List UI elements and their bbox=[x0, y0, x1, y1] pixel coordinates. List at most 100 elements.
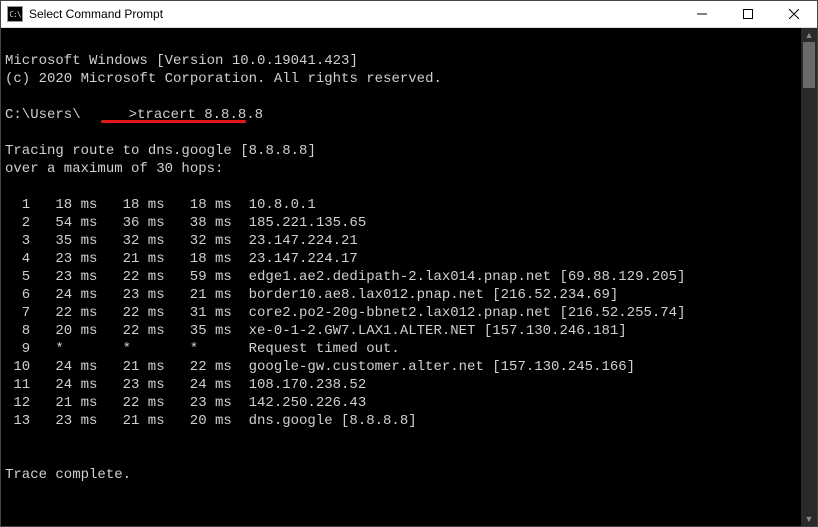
hop-time-3: 20 ms bbox=[165, 412, 232, 430]
hop-number: 5 bbox=[5, 268, 30, 286]
hop-time-3: 18 ms bbox=[165, 250, 232, 268]
hop-time-2: 23 ms bbox=[97, 286, 164, 304]
hop-row: 335 ms32 ms32 ms23.147.224.21 bbox=[5, 232, 795, 250]
hop-row: 722 ms22 ms31 mscore2.po2-20g-bbnet2.lax… bbox=[5, 304, 795, 322]
hop-time-2: 22 ms bbox=[97, 322, 164, 340]
terminal-output[interactable]: Microsoft Windows [Version 10.0.19041.42… bbox=[1, 28, 801, 526]
hop-time-3: 32 ms bbox=[165, 232, 232, 250]
hop-row: 1221 ms22 ms23 ms 142.250.226.43 bbox=[5, 394, 795, 412]
hop-destination: core2.po2-20g-bbnet2.lax012.pnap.net [21… bbox=[249, 305, 686, 321]
hop-time-1: 18 ms bbox=[30, 196, 97, 214]
hop-time-2: 32 ms bbox=[97, 232, 164, 250]
prompt-prefix: C:\Users\ bbox=[5, 107, 81, 123]
hop-time-1: 23 ms bbox=[30, 412, 97, 430]
hop-number: 10 bbox=[5, 358, 30, 376]
annotation-underline bbox=[101, 120, 246, 123]
hop-destination: dns.google [8.8.8.8] bbox=[249, 413, 417, 429]
scroll-thumb[interactable] bbox=[803, 42, 815, 88]
hop-time-3: * bbox=[165, 340, 232, 358]
window-controls bbox=[679, 1, 817, 27]
hop-destination: 108.170.238.52 bbox=[249, 377, 367, 393]
hop-destination: xe-0-1-2.GW7.LAX1.ALTER.NET [157.130.246… bbox=[249, 323, 627, 339]
hop-time-1: 54 ms bbox=[30, 214, 97, 232]
banner-line-1: Microsoft Windows [Version 10.0.19041.42… bbox=[5, 53, 358, 69]
hop-time-3: 35 ms bbox=[165, 322, 232, 340]
hop-number: 13 bbox=[5, 412, 30, 430]
window-title: Select Command Prompt bbox=[29, 7, 679, 21]
hop-row: 423 ms21 ms18 ms 23.147.224.17 bbox=[5, 250, 795, 268]
client-area: Microsoft Windows [Version 10.0.19041.42… bbox=[1, 28, 817, 526]
hop-time-3: 23 ms bbox=[165, 394, 232, 412]
hop-time-2: 36 ms bbox=[97, 214, 164, 232]
hop-time-1: 23 ms bbox=[30, 268, 97, 286]
hop-time-2: 22 ms bbox=[97, 304, 164, 322]
scroll-up-arrow-icon[interactable]: ▲ bbox=[801, 28, 817, 42]
hop-time-3: 21 ms bbox=[165, 286, 232, 304]
hop-row: 820 ms22 ms35 ms xe-0-1-2.GW7.LAX1.ALTER.… bbox=[5, 322, 795, 340]
cmd-icon: C:\ bbox=[7, 6, 23, 22]
vertical-scrollbar[interactable]: ▲ ▼ bbox=[801, 28, 817, 526]
hop-time-1: 24 ms bbox=[30, 358, 97, 376]
hop-time-3: 38 ms bbox=[165, 214, 232, 232]
hop-time-1: 24 ms bbox=[30, 286, 97, 304]
hop-time-2: 23 ms bbox=[97, 376, 164, 394]
hop-number: 6 bbox=[5, 286, 30, 304]
minimize-button[interactable] bbox=[679, 1, 725, 27]
hop-time-3: 22 ms bbox=[165, 358, 232, 376]
hop-time-1: 21 ms bbox=[30, 394, 97, 412]
close-button[interactable] bbox=[771, 1, 817, 27]
hop-time-3: 18 ms bbox=[165, 196, 232, 214]
hop-time-3: 31 ms bbox=[165, 304, 232, 322]
hop-row: 9* * * Request timed out. bbox=[5, 340, 795, 358]
hop-list: 118 ms18 ms18 ms10.8.0.1254 ms36 ms38 ms… bbox=[5, 196, 795, 430]
hop-destination: google-gw.customer.alter.net [157.130.24… bbox=[249, 359, 635, 375]
trace-heading-1: Tracing route to dns.google [8.8.8.8] bbox=[5, 143, 316, 159]
hop-time-2: 21 ms bbox=[97, 250, 164, 268]
trace-complete: Trace complete. bbox=[5, 467, 131, 483]
hop-destination: border10.ae8.lax012.pnap.net [216.52.234… bbox=[249, 287, 619, 303]
hop-number: 3 bbox=[5, 232, 30, 250]
hop-row: 624 ms23 ms21 ms border10.ae8.lax012.pnap… bbox=[5, 286, 795, 304]
banner-line-2: (c) 2020 Microsoft Corporation. All righ… bbox=[5, 71, 442, 87]
hop-row: 1323 ms21 ms20 ms dns.google [8.8.8.8] bbox=[5, 412, 795, 430]
hop-destination: 10.8.0.1 bbox=[249, 197, 316, 213]
hop-number: 7 bbox=[5, 304, 30, 322]
hop-time-1: * bbox=[30, 340, 97, 358]
hop-number: 12 bbox=[5, 394, 30, 412]
hop-number: 9 bbox=[5, 340, 30, 358]
hop-destination: 23.147.224.17 bbox=[249, 251, 358, 267]
scroll-down-arrow-icon[interactable]: ▼ bbox=[801, 512, 817, 526]
hop-time-3: 59 ms bbox=[165, 268, 232, 286]
hop-destination: 142.250.226.43 bbox=[249, 395, 367, 411]
hop-number: 8 bbox=[5, 322, 30, 340]
trace-heading-2: over a maximum of 30 hops: bbox=[5, 161, 223, 177]
hop-time-2: * bbox=[97, 340, 164, 358]
hop-time-1: 35 ms bbox=[30, 232, 97, 250]
hop-number: 2 bbox=[5, 214, 30, 232]
hop-time-3: 24 ms bbox=[165, 376, 232, 394]
hop-time-2: 21 ms bbox=[97, 412, 164, 430]
hop-time-1: 23 ms bbox=[30, 250, 97, 268]
hop-time-2: 22 ms bbox=[97, 394, 164, 412]
hop-row: 254 ms36 ms38 ms 185.221.135.65 bbox=[5, 214, 795, 232]
hop-time-1: 22 ms bbox=[30, 304, 97, 322]
hop-destination: edge1.ae2.dedipath-2.lax014.pnap.net [69… bbox=[249, 269, 686, 285]
hop-row: 1024 ms21 ms22 ms google-gw.customer.alte… bbox=[5, 358, 795, 376]
hop-number: 11 bbox=[5, 376, 30, 394]
hop-destination: Request timed out. bbox=[249, 341, 400, 357]
hop-time-1: 20 ms bbox=[30, 322, 97, 340]
command-prompt-window: C:\ Select Command Prompt Microsoft Wind… bbox=[0, 0, 818, 527]
maximize-button[interactable] bbox=[725, 1, 771, 27]
hop-time-1: 24 ms bbox=[30, 376, 97, 394]
hop-time-2: 21 ms bbox=[97, 358, 164, 376]
hop-number: 1 bbox=[5, 196, 30, 214]
titlebar[interactable]: C:\ Select Command Prompt bbox=[1, 1, 817, 28]
hop-row: 523 ms22 ms59 ms edge1.ae2.dedipath-2.lax… bbox=[5, 268, 795, 286]
hop-time-2: 22 ms bbox=[97, 268, 164, 286]
hop-destination: 185.221.135.65 bbox=[249, 215, 367, 231]
hop-time-2: 18 ms bbox=[97, 196, 164, 214]
hop-row: 118 ms18 ms18 ms10.8.0.1 bbox=[5, 196, 795, 214]
hop-destination: 23.147.224.21 bbox=[249, 233, 358, 249]
hop-number: 4 bbox=[5, 250, 30, 268]
hop-row: 1124 ms23 ms24 ms108.170.238.52 bbox=[5, 376, 795, 394]
